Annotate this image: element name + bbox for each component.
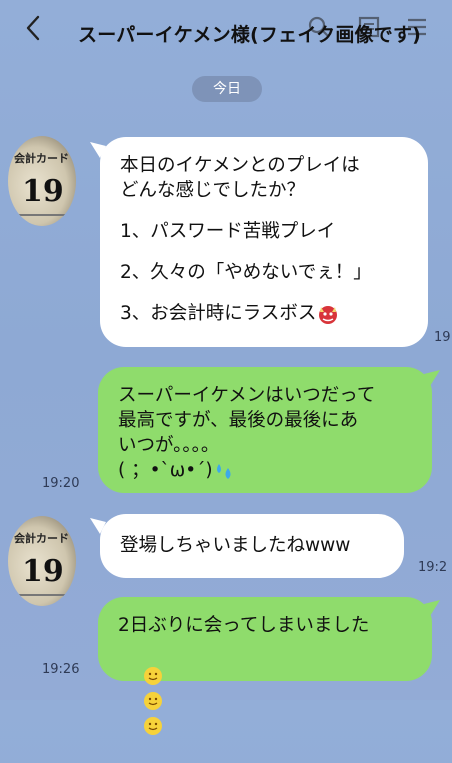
melting-face-icon xyxy=(143,667,162,685)
sweat-droplets-icon xyxy=(216,464,231,479)
message-time: 19: xyxy=(434,330,452,345)
message-bubble-sent[interactable]: スーパーイケメンはいつだって 最高ですが、最後の最後にあ いつが。。。。 ( ；… xyxy=(98,367,432,493)
message-bubble-received[interactable]: 登場しちゃいましたねwww xyxy=(100,514,404,578)
message-text: 登場しちゃいましたねwww xyxy=(120,535,351,556)
avatar[interactable]: 会計カード 19 xyxy=(8,136,76,226)
chat-title[interactable]: スーパーイケメン様(フェイク画像です) xyxy=(78,20,421,47)
avatar-divider xyxy=(14,594,70,596)
avatar-card-label: 会計カード xyxy=(14,532,69,545)
avatar-number: 19 xyxy=(22,554,64,589)
message-text: 本日のイケメンとのプレイは xyxy=(120,155,360,176)
message-text: ( ；•`ω•´) xyxy=(118,460,213,481)
message-text: 3、お会計時にラスボス xyxy=(120,303,317,324)
message-text: 2日ぶりに会ってしまいました xyxy=(118,615,370,636)
chat-header: スーパーイケメン様(フェイク画像です) xyxy=(0,0,452,62)
message-text: いつが。。。。 xyxy=(118,435,220,456)
message-text: スーパーイケメンはいつだって xyxy=(118,385,376,406)
avatar-divider xyxy=(14,214,70,216)
message-bubble-received[interactable]: 本日のイケメンとのプレイは どんな感じでしたか？ 1、パスワード苦戦プレイ 2、… xyxy=(100,137,428,347)
message-text: どんな感じでしたか？ xyxy=(120,180,306,201)
melting-face-icon xyxy=(143,717,162,735)
message-time: 19:2 xyxy=(418,560,448,575)
back-arrow-icon[interactable] xyxy=(22,14,46,42)
message-text: 1、パスワード苦戦プレイ xyxy=(120,221,336,242)
avatar-number: 19 xyxy=(22,174,64,209)
message-text: 最高ですが、最後の最後にあ xyxy=(118,410,359,431)
avatar[interactable]: 会計カード 19 xyxy=(8,516,76,606)
message-time: 19:20 xyxy=(42,476,80,491)
melting-face-icon xyxy=(143,692,162,710)
message-text: 2、久々の「やめないでぇ！」 xyxy=(120,262,372,283)
message-bubble-sent[interactable]: 2日ぶりに会ってしまいました xyxy=(98,597,432,735)
avatar-card-label: 会計カード xyxy=(14,152,69,165)
date-separator: 今日 xyxy=(192,76,262,102)
oni-emoji-icon xyxy=(319,306,338,324)
message-time: 19:26 xyxy=(42,662,80,677)
